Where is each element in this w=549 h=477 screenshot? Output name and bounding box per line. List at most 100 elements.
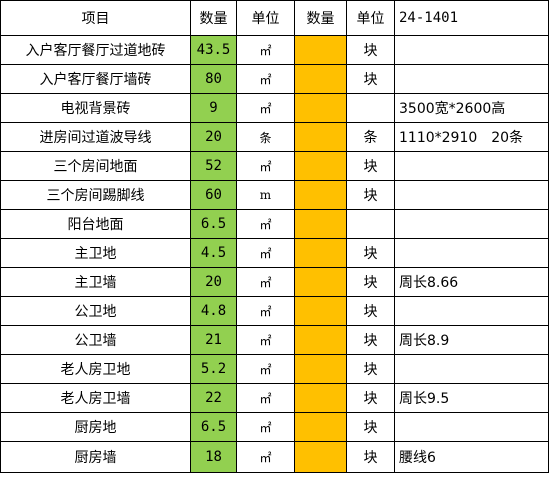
cell-unit-2[interactable]: 块 (346, 151, 395, 181)
cell-unit[interactable]: ㎡ (236, 238, 295, 268)
cell-quantity-2[interactable] (294, 64, 347, 94)
cell-note[interactable] (394, 238, 549, 268)
cell-item-name[interactable]: 入户客厅餐厅墙砖 (0, 64, 191, 94)
cell-item-name[interactable]: 厨房地 (0, 412, 191, 442)
cell-unit-2[interactable]: 块 (346, 35, 395, 65)
cell-unit[interactable]: ㎡ (236, 441, 295, 473)
cell-unit-2[interactable]: 块 (346, 180, 395, 210)
cell-item-name[interactable]: 电视背景砖 (0, 93, 191, 123)
cell-quantity-2[interactable] (294, 238, 347, 268)
cell-unit-2[interactable]: 块 (346, 64, 395, 94)
cell-item-name[interactable]: 三个房间踢脚线 (0, 180, 191, 210)
cell-note[interactable] (394, 180, 549, 210)
cell-note[interactable] (394, 412, 549, 442)
cell-note[interactable]: 腰线6 (394, 441, 549, 473)
cell-quantity[interactable]: 4.8 (190, 296, 237, 326)
cell-unit[interactable]: 条 (236, 122, 295, 152)
cell-unit[interactable]: ㎡ (236, 296, 295, 326)
cell-item-name[interactable]: 入户客厅餐厅过道地砖 (0, 35, 191, 65)
cell-unit-2[interactable]: 块 (346, 412, 395, 442)
cell-note[interactable] (394, 209, 549, 239)
cell-quantity[interactable]: 43.5 (190, 35, 237, 65)
cell-unit-2[interactable]: 块 (346, 296, 395, 326)
cell-item-name[interactable]: 老人房卫墙 (0, 383, 191, 413)
cell-note[interactable] (394, 64, 549, 94)
header-item[interactable]: 项目 (0, 0, 191, 36)
cell-unit-2[interactable]: 条 (346, 122, 395, 152)
cell-quantity-2[interactable] (294, 209, 347, 239)
cell-quantity[interactable]: 20 (190, 267, 237, 297)
cell-quantity[interactable]: 9 (190, 93, 237, 123)
cell-unit[interactable]: ㎡ (236, 267, 295, 297)
cell-item-name[interactable]: 公卫墙 (0, 325, 191, 355)
header-unit2[interactable]: 单位 (346, 0, 395, 36)
header-unit[interactable]: 单位 (236, 0, 295, 36)
cell-quantity-2[interactable] (294, 441, 347, 473)
cell-unit[interactable]: m (236, 180, 295, 210)
cell-item-name[interactable]: 进房间过道波导线 (0, 122, 191, 152)
cell-unit[interactable]: ㎡ (236, 412, 295, 442)
cell-item-name[interactable]: 公卫地 (0, 296, 191, 326)
cell-quantity[interactable]: 22 (190, 383, 237, 413)
unit-symbol: 条 (259, 130, 272, 145)
cell-quantity[interactable]: 6.5 (190, 209, 237, 239)
cell-unit[interactable]: ㎡ (236, 209, 295, 239)
cell-quantity[interactable]: 60 (190, 180, 237, 210)
cell-unit[interactable]: ㎡ (236, 151, 295, 181)
cell-note[interactable] (394, 151, 549, 181)
cell-quantity-2[interactable] (294, 122, 347, 152)
cell-item-name[interactable]: 老人房卫地 (0, 354, 191, 384)
cell-quantity[interactable]: 4.5 (190, 238, 237, 268)
cell-unit-2[interactable] (346, 93, 395, 123)
cell-unit[interactable]: ㎡ (236, 93, 295, 123)
cell-note[interactable] (394, 296, 549, 326)
cell-quantity-2[interactable] (294, 93, 347, 123)
header-qty2[interactable]: 数量 (294, 0, 347, 36)
cell-item-name[interactable]: 主卫墙 (0, 267, 191, 297)
cell-quantity[interactable]: 52 (190, 151, 237, 181)
cell-unit-2[interactable]: 块 (346, 325, 395, 355)
cell-unit[interactable]: ㎡ (236, 354, 295, 384)
cell-unit-2[interactable]: 块 (346, 383, 395, 413)
cell-unit-2[interactable]: 块 (346, 354, 395, 384)
cell-note[interactable]: 周长8.66 (394, 267, 549, 297)
cell-unit-2[interactable]: 块 (346, 238, 395, 268)
cell-unit-2[interactable] (346, 209, 395, 239)
cell-unit-2[interactable]: 块 (346, 267, 395, 297)
cell-note[interactable]: 3500宽*2600高 (394, 93, 549, 123)
header-qty[interactable]: 数量 (190, 0, 237, 36)
cell-unit[interactable]: ㎡ (236, 325, 295, 355)
cell-quantity-2[interactable] (294, 267, 347, 297)
cell-quantity-2[interactable] (294, 383, 347, 413)
table-row: 厨房墙 18 ㎡ 块腰线6 (0, 441, 549, 473)
cell-unit-2[interactable]: 块 (346, 441, 395, 473)
cell-quantity-2[interactable] (294, 151, 347, 181)
cell-quantity[interactable]: 5.2 (190, 354, 237, 384)
cell-quantity-2[interactable] (294, 412, 347, 442)
cell-quantity-2[interactable] (294, 35, 347, 65)
cell-item-name[interactable]: 主卫地 (0, 238, 191, 268)
cell-quantity-2[interactable] (294, 296, 347, 326)
table-row: 公卫墙 21 ㎡ 块周长8.9 (0, 325, 549, 355)
cell-quantity-2[interactable] (294, 325, 347, 355)
cell-quantity[interactable]: 6.5 (190, 412, 237, 442)
cell-note[interactable] (394, 354, 549, 384)
cell-quantity[interactable]: 80 (190, 64, 237, 94)
unit-symbol: ㎡ (259, 275, 272, 290)
cell-note[interactable] (394, 35, 549, 65)
cell-unit[interactable]: ㎡ (236, 35, 295, 65)
cell-item-name[interactable]: 阳台地面 (0, 209, 191, 239)
header-note[interactable]: 24-1401 (394, 0, 549, 36)
cell-item-name[interactable]: 厨房墙 (0, 441, 191, 473)
cell-quantity-2[interactable] (294, 180, 347, 210)
cell-item-name[interactable]: 三个房间地面 (0, 151, 191, 181)
cell-note[interactable]: 1110*2910 20条 (394, 122, 549, 152)
cell-unit[interactable]: ㎡ (236, 64, 295, 94)
cell-quantity[interactable]: 20 (190, 122, 237, 152)
cell-note[interactable]: 周长9.5 (394, 383, 549, 413)
cell-unit[interactable]: ㎡ (236, 383, 295, 413)
cell-quantity[interactable]: 21 (190, 325, 237, 355)
cell-quantity[interactable]: 18 (190, 441, 237, 473)
cell-note[interactable]: 周长8.9 (394, 325, 549, 355)
cell-quantity-2[interactable] (294, 354, 347, 384)
